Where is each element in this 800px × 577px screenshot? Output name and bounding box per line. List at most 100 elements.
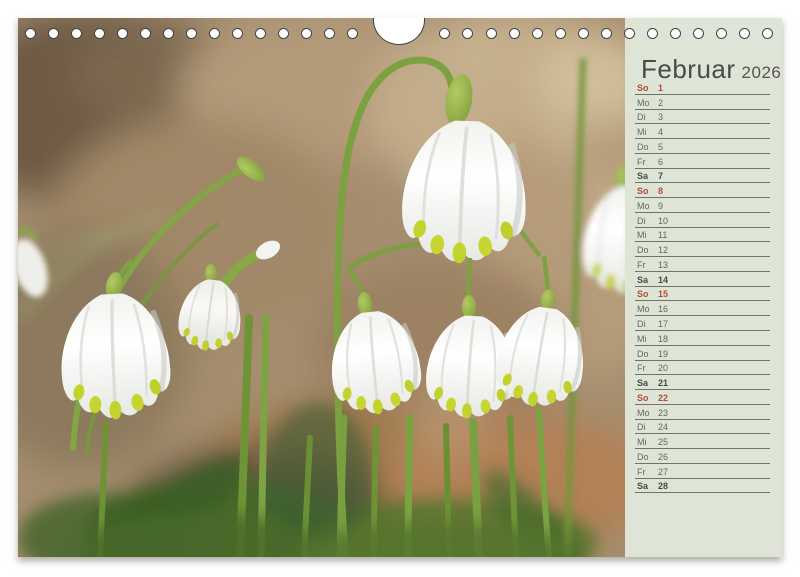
day-row-do-12: Do12	[635, 242, 770, 257]
binding-hole	[163, 28, 174, 39]
binding-hole	[232, 28, 243, 39]
binding-hole	[555, 28, 566, 39]
date-panel: Februar2026 So1Mo2Di3Mi4Do5Fr6Sa7So8Mo9D…	[625, 18, 782, 557]
day-abbr: Mi	[637, 437, 658, 447]
binding-hole	[25, 28, 36, 39]
day-row-fr-20: Fr20	[635, 361, 770, 376]
day-abbr: So	[637, 83, 658, 93]
day-row-mi-18: Mi18	[635, 331, 770, 346]
binding-hole	[255, 28, 266, 39]
day-row-do-26: Do26	[635, 449, 770, 464]
day-row-mo-23: Mo23	[635, 405, 770, 420]
day-number: 28	[658, 481, 668, 491]
day-abbr: Mi	[637, 334, 658, 344]
day-row-fr-6: Fr6	[635, 154, 770, 169]
day-abbr: Di	[637, 319, 658, 329]
day-abbr: Fr	[637, 363, 658, 373]
day-number: 6	[658, 157, 663, 167]
calendar-page: Februar2026 So1Mo2Di3Mi4Do5Fr6Sa7So8Mo9D…	[0, 0, 800, 577]
day-abbr: Sa	[637, 275, 658, 285]
day-number: 18	[658, 334, 668, 344]
day-abbr: Mo	[637, 304, 658, 314]
day-number: 13	[658, 260, 668, 270]
binding-hole	[209, 28, 220, 39]
day-row-di-17: Di17	[635, 316, 770, 331]
day-number: 17	[658, 319, 668, 329]
day-number: 5	[658, 142, 663, 152]
day-number: 27	[658, 467, 668, 477]
day-row-di-10: Di10	[635, 213, 770, 228]
binding-hole	[624, 28, 635, 39]
day-abbr: Mo	[637, 408, 658, 418]
day-row-sa-28: Sa28	[635, 479, 770, 494]
day-number: 25	[658, 437, 668, 447]
binding-hole	[693, 28, 704, 39]
day-number: 14	[658, 275, 668, 285]
day-abbr: Fr	[637, 467, 658, 477]
day-abbr: So	[637, 186, 658, 196]
day-row-so-22: So22	[635, 390, 770, 405]
day-abbr: Mo	[637, 201, 658, 211]
day-row-mo-2: Mo2	[635, 95, 770, 110]
day-number: 12	[658, 245, 668, 255]
day-row-do-5: Do5	[635, 139, 770, 154]
day-abbr: Sa	[637, 481, 658, 491]
day-number: 20	[658, 363, 668, 373]
day-abbr: Mo	[637, 98, 658, 108]
day-number: 8	[658, 186, 663, 196]
binding-hole	[670, 28, 681, 39]
day-abbr: Do	[637, 142, 658, 152]
day-abbr: So	[637, 289, 658, 299]
day-abbr: Mi	[637, 230, 658, 240]
day-abbr: Di	[637, 422, 658, 432]
day-number: 22	[658, 393, 668, 403]
day-abbr: Di	[637, 112, 658, 122]
day-number: 11	[658, 230, 667, 240]
day-row-mi-25: Mi25	[635, 434, 770, 449]
flower-photo-illustration	[18, 18, 625, 557]
day-list: So1Mo2Di3Mi4Do5Fr6Sa7So8Mo9Di10Mi11Do12F…	[635, 80, 770, 493]
day-number: 15	[658, 289, 668, 299]
calendar-sheet: Februar2026 So1Mo2Di3Mi4Do5Fr6Sa7So8Mo9D…	[18, 18, 782, 557]
day-row-so-8: So8	[635, 183, 770, 198]
photo-spring-snowflake-flowers	[18, 18, 625, 557]
day-row-mi-11: Mi11	[635, 228, 770, 243]
day-number: 23	[658, 408, 668, 418]
binding-hole	[486, 28, 497, 39]
day-row-fr-13: Fr13	[635, 257, 770, 272]
day-row-mi-4: Mi4	[635, 124, 770, 139]
day-abbr: Sa	[637, 378, 658, 388]
binding-hole	[117, 28, 128, 39]
day-number: 7	[658, 171, 663, 181]
day-number: 9	[658, 201, 663, 211]
binding-hole	[601, 28, 612, 39]
day-abbr: Sa	[637, 171, 658, 181]
binding-hole	[186, 28, 197, 39]
day-abbr: So	[637, 393, 658, 403]
binding-hole	[48, 28, 59, 39]
day-number: 24	[658, 422, 668, 432]
day-row-do-19: Do19	[635, 346, 770, 361]
day-abbr: Do	[637, 245, 658, 255]
day-number: 10	[658, 216, 668, 226]
binding-hole	[716, 28, 727, 39]
binding-hole	[647, 28, 658, 39]
day-number: 26	[658, 452, 668, 462]
day-row-mo-16: Mo16	[635, 301, 770, 316]
binding-hole	[278, 28, 289, 39]
day-row-so-1: So1	[635, 80, 770, 95]
day-row-so-15: So15	[635, 287, 770, 302]
day-number: 3	[658, 112, 663, 122]
binding-hole	[739, 28, 750, 39]
binding-hole	[578, 28, 589, 39]
day-abbr: Do	[637, 452, 658, 462]
binding-hole	[140, 28, 151, 39]
day-row-fr-27: Fr27	[635, 464, 770, 479]
binding-hole	[509, 28, 520, 39]
day-number: 21	[658, 378, 668, 388]
day-abbr: Fr	[637, 260, 658, 270]
day-row-sa-14: Sa14	[635, 272, 770, 287]
day-abbr: Di	[637, 216, 658, 226]
day-number: 16	[658, 304, 668, 314]
day-abbr: Mi	[637, 127, 658, 137]
